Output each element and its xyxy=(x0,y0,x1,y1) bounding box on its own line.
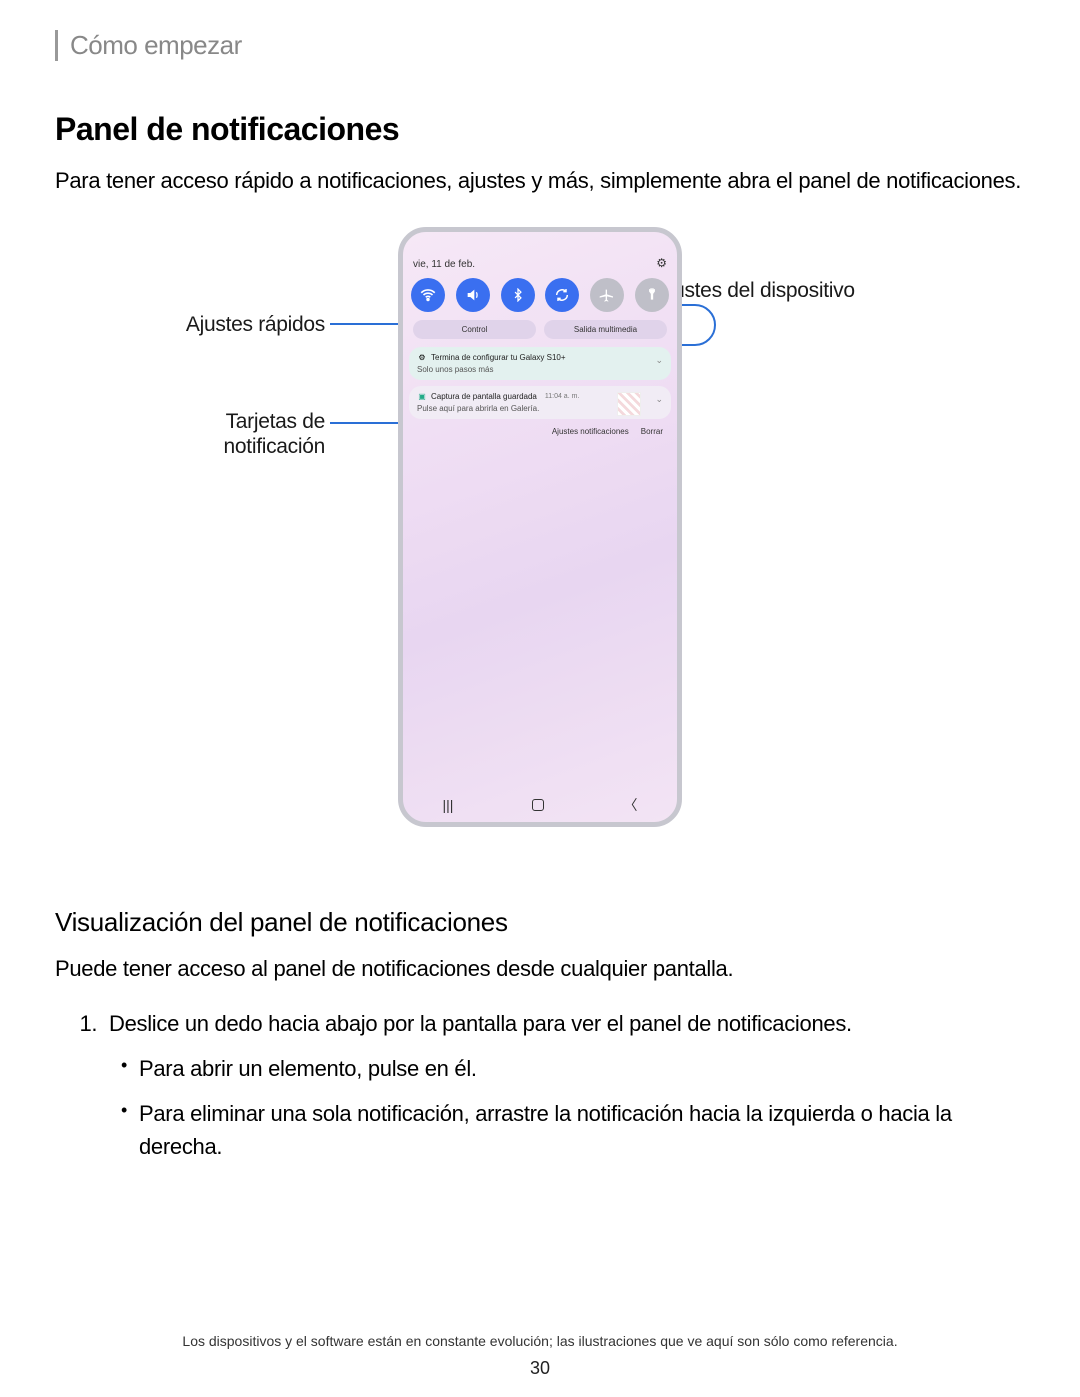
notification-settings-link[interactable]: Ajustes notificaciones xyxy=(552,427,629,436)
section-heading: Visualización del panel de notificacione… xyxy=(55,907,1025,938)
status-date: vie, 11 de feb. xyxy=(413,259,475,270)
page-number: 30 xyxy=(0,1358,1080,1379)
list-item: Para eliminar una sola notificación, arr… xyxy=(121,1097,1025,1163)
sound-icon[interactable] xyxy=(456,278,490,312)
notification-title: Captura de pantalla guardada xyxy=(431,392,537,401)
list-item: Para abrir un elemento, pulse en él. xyxy=(121,1052,1025,1085)
list-item: Deslice un dedo hacia abajo por la panta… xyxy=(103,1007,1025,1163)
control-pill[interactable]: Control xyxy=(413,320,536,339)
notification-subtitle: Solo unos pasos más xyxy=(417,365,663,374)
media-output-pill[interactable]: Salida multimedia xyxy=(544,320,667,339)
airplane-icon[interactable] xyxy=(590,278,624,312)
callout-notification-cards-l2: notificación xyxy=(185,435,325,459)
clear-notifications-link[interactable]: Borrar xyxy=(641,427,663,436)
phone-mockup: vie, 11 de feb. ⚙ xyxy=(398,227,682,827)
home-icon[interactable] xyxy=(532,799,544,811)
steps-list: Deslice un dedo hacia abajo por la panta… xyxy=(55,1007,1025,1163)
bluetooth-icon[interactable] xyxy=(501,278,535,312)
notification-time: 11:04 a. m. xyxy=(545,393,580,400)
notification-card[interactable]: ⚙ Termina de configurar tu Galaxy S10+ S… xyxy=(409,347,671,380)
footnote: Los dispositivos y el software están en … xyxy=(0,1333,1080,1349)
chevron-down-icon[interactable]: ⌄ xyxy=(655,355,663,366)
gear-icon: ⚙ xyxy=(417,353,427,363)
callout-device-settings: Ajustes del dispositivo xyxy=(655,279,855,303)
notification-stack: ⚙ Termina de configurar tu Galaxy S10+ S… xyxy=(403,347,677,419)
notification-title: Termina de configurar tu Galaxy S10+ xyxy=(431,353,566,362)
breadcrumb: Cómo empezar xyxy=(55,30,1025,61)
rotate-icon[interactable] xyxy=(545,278,579,312)
nav-bar: ||| 〈 xyxy=(403,788,677,822)
image-icon: ▣ xyxy=(417,392,427,402)
media-control-row: Control Salida multimedia xyxy=(403,318,677,347)
wifi-icon[interactable] xyxy=(411,278,445,312)
screenshot-thumbnail xyxy=(617,392,641,416)
notification-card[interactable]: ▣ Captura de pantalla guardada 11:04 a. … xyxy=(409,386,671,419)
notification-actions: Ajustes notificaciones Borrar xyxy=(403,425,677,444)
callout-quick-settings: Ajustes rápidos xyxy=(155,313,325,337)
callout-notification-cards-l1: Tarjetas de xyxy=(185,410,325,434)
quick-settings-row xyxy=(403,274,677,318)
figure-area: Ajustes rápidos Tarjetas de notificación… xyxy=(55,227,1025,867)
section-paragraph: Puede tener acceso al panel de notificac… xyxy=(55,954,1025,985)
page-title: Panel de notificaciones xyxy=(55,111,1025,148)
step-text: Deslice un dedo hacia abajo por la panta… xyxy=(109,1011,852,1036)
recents-icon[interactable]: ||| xyxy=(443,797,454,813)
chevron-down-icon[interactable]: ⌄ xyxy=(655,394,663,405)
flashlight-icon[interactable] xyxy=(635,278,669,312)
status-bar: vie, 11 de feb. ⚙ xyxy=(403,232,677,274)
sub-list: Para abrir un elemento, pulse en él. Par… xyxy=(109,1052,1025,1163)
gear-icon[interactable]: ⚙ xyxy=(656,256,667,270)
intro-paragraph: Para tener acceso rápido a notificacione… xyxy=(55,166,1025,197)
back-icon[interactable]: 〈 xyxy=(623,795,637,815)
